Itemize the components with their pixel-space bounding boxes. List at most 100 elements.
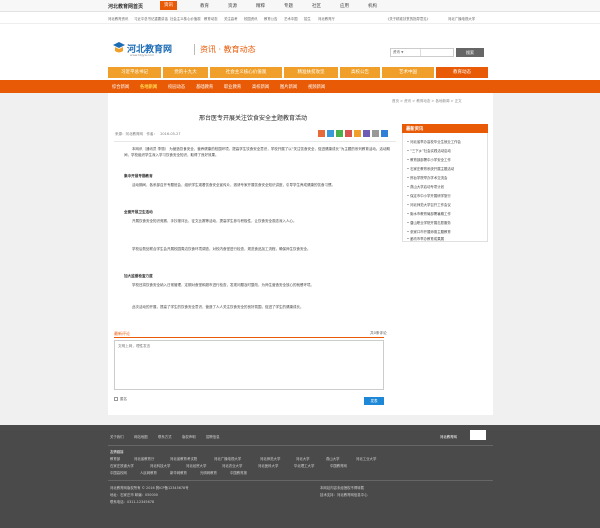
sub-channel-7[interactable]: 视频新闻: [308, 84, 325, 90]
sub-channel-4[interactable]: 职业教育: [224, 84, 241, 90]
sub-link-1[interactable]: 习近平总书记重要讲话: [134, 16, 168, 21]
top-nav-bar: 河北教育网首页 资讯 教育 资源 精粹 专题 社区 应用 机构: [0, 0, 600, 12]
latest-news-item[interactable]: • 石家庄教育系统开展主题活动: [407, 166, 487, 171]
channel-tab-1[interactable]: 党的十九大: [163, 67, 208, 78]
article-meta: 来源：河北教育网 作者： 2016-05-27: [115, 132, 181, 137]
channel-tab-3[interactable]: 精准扶贫攻坚: [284, 67, 338, 78]
top-nav-item-1[interactable]: 教育: [200, 3, 209, 9]
footer-link[interactable]: 版权声明: [182, 434, 196, 439]
breadcrumb[interactable]: 首页 > 资讯 > 教育动态 > 各地新闻 > 正文: [392, 99, 462, 104]
channel-tab-0[interactable]: 习近平总书记: [108, 67, 161, 78]
friend-link[interactable]: 河北省教育厅: [134, 456, 154, 461]
article-subhead: 集中开展专题教育: [124, 174, 153, 178]
friend-link[interactable]: 河北经贸大学: [186, 463, 206, 468]
channel-tab-2[interactable]: 社会主义核心价值观: [210, 67, 282, 78]
article-paragraph: 开展饮食安全知识竞赛、手抄报评比、征文比赛等活动，提高学生参与积极性，让饮食安全…: [132, 219, 297, 223]
friend-link[interactable]: 河北工业大学: [356, 456, 376, 461]
comment-input[interactable]: [114, 340, 384, 390]
channel-tab-6[interactable]: 教育动态: [436, 67, 488, 78]
share-wechat-icon[interactable]: [336, 130, 343, 137]
friend-link[interactable]: 中国教育网: [330, 463, 347, 468]
footer-link[interactable]: 招聘信息: [206, 434, 220, 439]
friend-link[interactable]: 新华网教育: [170, 470, 187, 475]
latest-news-item[interactable]: • 河北省举办高校毕业生就业工作会: [407, 139, 487, 144]
meta-divider: [114, 141, 396, 142]
friend-link[interactable]: 中国高校网: [110, 470, 127, 475]
sub-link-2[interactable]: 社会主义核心价值观: [170, 16, 201, 21]
latest-news-item[interactable]: • 衡水市教育局部署暑期工作: [407, 211, 487, 216]
latest-news-item[interactable]: • 廊坊市举办教育成果展: [407, 236, 487, 241]
home-link[interactable]: 河北教育网首页: [108, 3, 143, 10]
logo-icon[interactable]: [112, 42, 126, 54]
friend-link[interactable]: 石家庄铁道大学: [110, 463, 134, 468]
top-nav-item-3[interactable]: 精粹: [256, 3, 265, 9]
share-renren-icon[interactable]: [345, 130, 352, 137]
footer-link[interactable]: 关于我们: [110, 434, 124, 439]
share-douban-icon[interactable]: [354, 130, 361, 137]
top-nav-item-7[interactable]: 机构: [368, 3, 377, 9]
top-nav-item-4[interactable]: 专题: [284, 3, 293, 9]
anonymous-checkbox[interactable]: [114, 397, 118, 401]
friend-link[interactable]: 光明网教育: [200, 470, 217, 475]
share-qzone-icon[interactable]: [327, 130, 334, 137]
sub-right-link-0[interactable]: 《关于精准扶贫的指导意见》: [386, 16, 430, 21]
sub-link-8[interactable]: 招生: [304, 16, 311, 21]
top-nav-item-2[interactable]: 资源: [228, 3, 237, 9]
search-button[interactable]: 搜索: [456, 48, 484, 57]
friend-link[interactable]: 河北医科大学: [258, 463, 278, 468]
submit-comment-button[interactable]: 发表: [364, 397, 384, 405]
sub-link-5[interactable]: 校园资讯: [244, 16, 258, 21]
search-input[interactable]: [420, 49, 452, 56]
latest-news-item[interactable]: • 唐山职业学院开展志愿服务: [407, 220, 487, 225]
sub-link-4[interactable]: 关注高考: [224, 16, 238, 21]
sub-link-7[interactable]: 艺术中国: [284, 16, 298, 21]
channel-tab-4[interactable]: 高校公告: [340, 67, 380, 78]
friend-link[interactable]: 河北师范大学: [260, 456, 280, 461]
footer-link[interactable]: 网站地图: [134, 434, 148, 439]
sub-link-9[interactable]: 河北教育厅: [318, 16, 335, 21]
print-icon[interactable]: [372, 130, 379, 137]
latest-news-item[interactable]: • 保定市中小学开展研学旅行: [407, 193, 487, 198]
sub-link-0[interactable]: 河北教育资讯: [108, 16, 128, 21]
sub-link-6[interactable]: 教育公告: [264, 16, 278, 21]
friend-link[interactable]: 河北省教育考试院: [170, 456, 197, 461]
favorite-icon[interactable]: [381, 130, 388, 137]
sub-channel-3[interactable]: 基础教育: [196, 84, 213, 90]
friend-link[interactable]: 河北大学: [296, 456, 310, 461]
top-nav-item-6[interactable]: 应用: [340, 3, 349, 9]
channel-tab-5[interactable]: 艺术中国: [382, 67, 434, 78]
logo-url: www.hbjyw.com: [130, 53, 154, 57]
sub-right-link-1[interactable]: 河北广播电视大学: [448, 16, 475, 21]
friend-link[interactable]: 河北广播电视大学: [214, 456, 241, 461]
friend-link[interactable]: 教育部: [110, 456, 120, 461]
latest-news-item[interactable]: • 教育部部署中小学安全工作: [407, 157, 487, 162]
friend-link[interactable]: 人民网教育: [140, 470, 157, 475]
top-nav-item-5[interactable]: 社区: [312, 3, 321, 9]
phone-text: 联系电话：0311-12345678: [110, 500, 155, 504]
chevron-down-icon: ▼: [401, 50, 404, 54]
share-more-icon[interactable]: [363, 130, 370, 137]
sub-channel-5[interactable]: 高校新闻: [252, 84, 269, 90]
share-weibo-icon[interactable]: [318, 130, 325, 137]
sub-channel-0[interactable]: 综合新闻: [112, 84, 129, 90]
top-nav-item-0[interactable]: 资讯: [160, 1, 177, 10]
sub-channel-2[interactable]: 校园动态: [168, 84, 185, 90]
search-category-select[interactable]: 资讯 ▼: [391, 48, 419, 57]
latest-news-item[interactable]: • 燕山大学启动专项计划: [407, 184, 487, 189]
friend-link[interactable]: 中国教育报: [230, 470, 247, 475]
footer-link[interactable]: 联系方式: [158, 434, 172, 439]
latest-news-item[interactable]: • 张家口市开展师德主题教育: [407, 229, 487, 234]
sub-link-3[interactable]: 教育动态: [204, 16, 218, 21]
latest-news-title: 最新资讯: [406, 127, 424, 132]
site-footer: 关于我们 网站地图 联系方式 版权声明 招聘信息 河北教育网 友情链接 教育部 …: [0, 425, 600, 528]
friend-link[interactable]: 燕山大学: [326, 456, 340, 461]
friend-link[interactable]: 河北农业大学: [222, 463, 242, 468]
friend-link[interactable]: 河北科技大学: [150, 463, 170, 468]
sub-channel-bar: 综合新闻 各地新闻 校园动态 基础教育 职业教育 高校新闻 图片新闻 视频新闻: [0, 80, 600, 93]
friend-link[interactable]: 华北理工大学: [294, 463, 314, 468]
sub-channel-1[interactable]: 各地新闻: [140, 84, 157, 90]
sub-channel-6[interactable]: 图片新闻: [280, 84, 297, 90]
latest-news-item[interactable]: • 邢台学院举办学术交流会: [407, 175, 487, 180]
latest-news-item[interactable]: • “三下乡”社会实践活动启动: [407, 148, 487, 153]
latest-news-item[interactable]: • 河北师范大学召开工作会议: [407, 202, 487, 207]
